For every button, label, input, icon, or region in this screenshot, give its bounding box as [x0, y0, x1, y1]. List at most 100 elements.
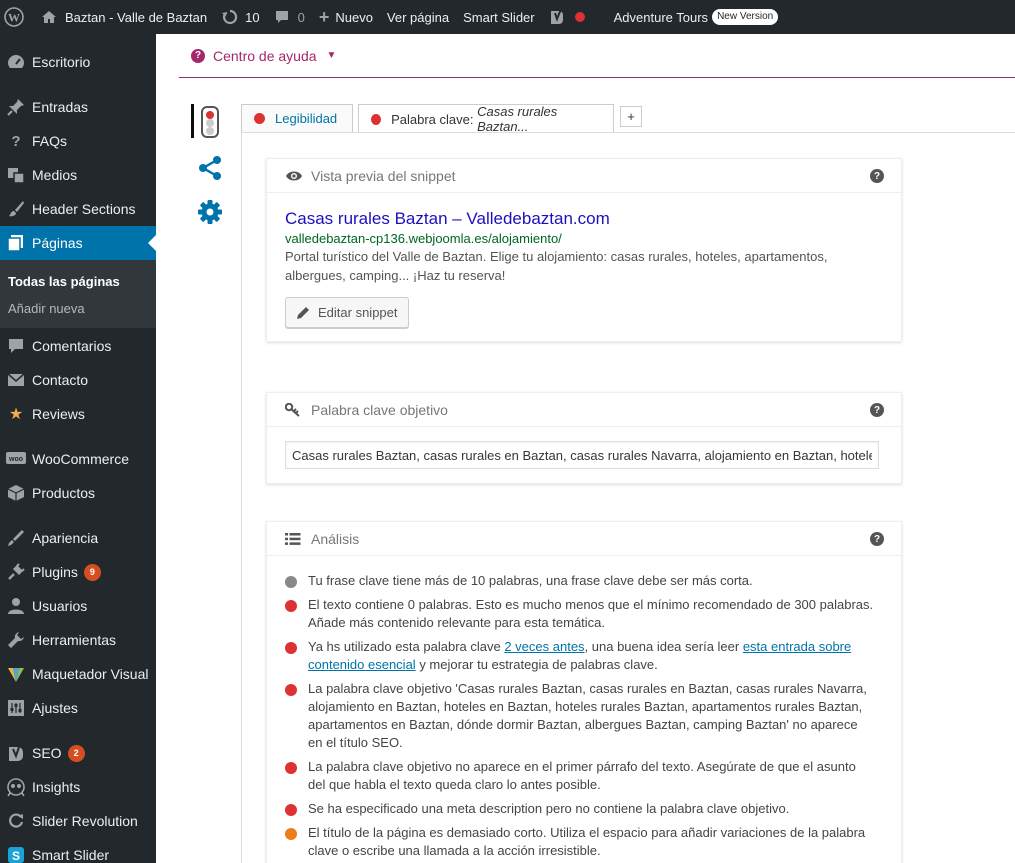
admin-sidebar: Escritorio Entradas ? FAQs Medios Header…	[0, 34, 156, 863]
sidebar-item-comentarios[interactable]: Comentarios	[0, 329, 156, 363]
refresh-icon	[0, 812, 32, 830]
submenu-all-pages[interactable]: Todas las páginas	[8, 274, 120, 289]
analysis-text-part: y mejorar tu estrategia de palabras clav…	[415, 657, 658, 672]
snippet-description: Portal turístico del Valle de Baztan. El…	[285, 249, 828, 283]
sidebar-item-label: Escritorio	[32, 54, 91, 70]
content-optimization-tab[interactable]	[190, 104, 230, 140]
analysis-item: El título de la página es demasiado cort…	[285, 824, 875, 860]
wordpress-logo-icon[interactable]: W	[0, 0, 31, 34]
analysis-item: Ya hs utilizado esta palabra clave 2 vec…	[285, 638, 875, 674]
sidebar-item-faqs[interactable]: ? FAQs	[0, 124, 156, 158]
sidebar-item-label: Apariencia	[32, 530, 99, 546]
svg-text:woo: woo	[8, 456, 23, 463]
help-icon[interactable]: ?	[870, 169, 884, 183]
focus-keyword-input[interactable]	[285, 441, 879, 469]
sidebar-item-smart-slider[interactable]: S Smart Slider	[0, 838, 156, 863]
snippet-preview-box: Vista previa del snippet ? Casas rurales…	[266, 158, 902, 342]
help-center-toggle[interactable]: ? Centro de ayuda ▼	[179, 34, 1015, 78]
yoast-icon	[0, 744, 32, 762]
analysis-header: Análisis ?	[267, 522, 901, 556]
dashboard-icon	[0, 53, 32, 71]
sidebar-item-medios[interactable]: Medios	[0, 158, 156, 192]
sidebar-item-header-sections[interactable]: Header Sections	[0, 192, 156, 226]
sidebar-item-escritorio[interactable]: Escritorio	[0, 45, 156, 79]
sidebar-item-reviews[interactable]: ★ Reviews	[0, 397, 156, 431]
sidebar-item-label: WooCommerce	[32, 451, 129, 467]
yoast-seo-menu[interactable]	[542, 0, 592, 34]
sidebar-item-label: Smart Slider	[32, 847, 110, 863]
star-icon: ★	[8, 406, 24, 423]
analysis-heading: Análisis	[311, 530, 360, 547]
updates-link[interactable]: 10	[214, 0, 266, 34]
sidebar-item-label: Insights	[32, 779, 81, 795]
tab-keyword[interactable]: Palabra clave: Casas rurales Baztan...	[358, 104, 614, 134]
comments-link[interactable]: 0	[267, 0, 312, 34]
comments-count: 0	[297, 9, 305, 25]
add-keyword-tab-button[interactable]: +	[620, 106, 642, 127]
pages-submenu: Todas las páginas Añadir nueva	[0, 260, 156, 328]
media-icon	[0, 166, 32, 184]
adventure-tours-link[interactable]: Adventure Tours New Version	[592, 0, 786, 34]
sidebar-item-label: Medios	[32, 167, 78, 183]
analysis-results-list: Tu frase clave tiene más de 10 palabras,…	[285, 572, 875, 863]
sidebar-item-contacto[interactable]: Contacto	[0, 363, 156, 397]
sidebar-item-herramientas[interactable]: Herramientas	[0, 623, 156, 657]
pencil-icon	[297, 306, 309, 319]
sidebar-item-paginas[interactable]: Páginas	[0, 226, 156, 260]
sidebar-item-maquetador-visual[interactable]: Maquetador Visual	[0, 657, 156, 691]
tabs-divider	[241, 132, 1015, 133]
sidebar-item-productos[interactable]: Productos	[0, 476, 156, 510]
view-page-link[interactable]: Ver página	[380, 0, 456, 34]
sidebar-item-entradas[interactable]: Entradas	[0, 90, 156, 124]
comment-bubble-icon	[275, 11, 288, 23]
score-bullet	[285, 828, 297, 840]
site-name-link[interactable]: Baztan - Valle de Baztan	[31, 0, 214, 34]
edit-snippet-label: Editar snippet	[318, 305, 398, 320]
social-tab[interactable]	[190, 150, 230, 186]
sidebar-item-label: Slider Revolution	[32, 813, 138, 829]
advanced-settings-tab[interactable]	[190, 194, 230, 230]
sidebar-item-seo[interactable]: SEO 2	[0, 736, 156, 770]
snippet-title[interactable]: Casas rurales Baztan – Valledebaztan.com	[285, 209, 610, 229]
svg-text:W: W	[8, 11, 20, 25]
keyword-score-dot	[371, 113, 382, 125]
sidebar-item-plugins[interactable]: Plugins 9	[0, 555, 156, 589]
plus-icon: +	[318, 6, 330, 27]
analysis-text-part: Ya hs utilizado esta palabra clave	[308, 639, 505, 654]
home-icon	[42, 11, 56, 23]
readability-score-dot	[254, 113, 265, 124]
analysis-item: El texto contiene 0 palabras. Esto es mu…	[285, 596, 875, 632]
score-bullet	[285, 762, 297, 774]
tab-readability[interactable]: Legibilidad	[241, 104, 353, 132]
analysis-item: La palabra clave objetivo no aparece en …	[285, 758, 875, 794]
woocommerce-icon: woo	[0, 451, 32, 467]
list-icon	[285, 532, 311, 545]
sidebar-item-usuarios[interactable]: Usuarios	[0, 589, 156, 623]
new-content-link[interactable]: + Nuevo	[312, 0, 380, 34]
snippet-url: valledebaztan-cp136.webjoomla.es/alojami…	[285, 231, 562, 246]
help-icon[interactable]: ?	[870, 403, 884, 417]
snippet-preview-header: Vista previa del snippet ?	[267, 159, 901, 193]
new-version-badge: New Version	[712, 9, 779, 25]
help-center-label: Centro de ayuda	[213, 47, 317, 64]
panel-left-border	[241, 132, 242, 863]
analysis-item: La palabra clave objetivo 'Casas rurales…	[285, 680, 875, 752]
sidebar-item-woocommerce[interactable]: woo WooCommerce	[0, 442, 156, 476]
help-icon[interactable]: ?	[870, 532, 884, 546]
key-icon	[285, 402, 311, 417]
edit-snippet-button[interactable]: Editar snippet	[285, 297, 409, 328]
sidebar-item-ajustes[interactable]: Ajustes	[0, 691, 156, 725]
sidebar-item-apariencia[interactable]: Apariencia	[0, 521, 156, 555]
sidebar-item-insights[interactable]: Insights	[0, 770, 156, 804]
submenu-add-new[interactable]: Añadir nueva	[8, 301, 85, 316]
sidebar-item-label: Productos	[32, 485, 96, 501]
previous-uses-link[interactable]: 2 veces antes	[504, 639, 584, 654]
user-icon	[0, 597, 32, 615]
yoast-icon	[550, 8, 563, 24]
analysis-box: Análisis ? Tu frase clave tiene más de 1…	[266, 521, 902, 863]
analysis-text: Se ha especificado una meta description …	[308, 801, 790, 816]
analysis-item: Se ha especificado una meta description …	[285, 800, 875, 818]
smart-slider-link[interactable]: Smart Slider	[456, 0, 542, 34]
box-icon	[0, 484, 32, 502]
sidebar-item-slider-revolution[interactable]: Slider Revolution	[0, 804, 156, 838]
